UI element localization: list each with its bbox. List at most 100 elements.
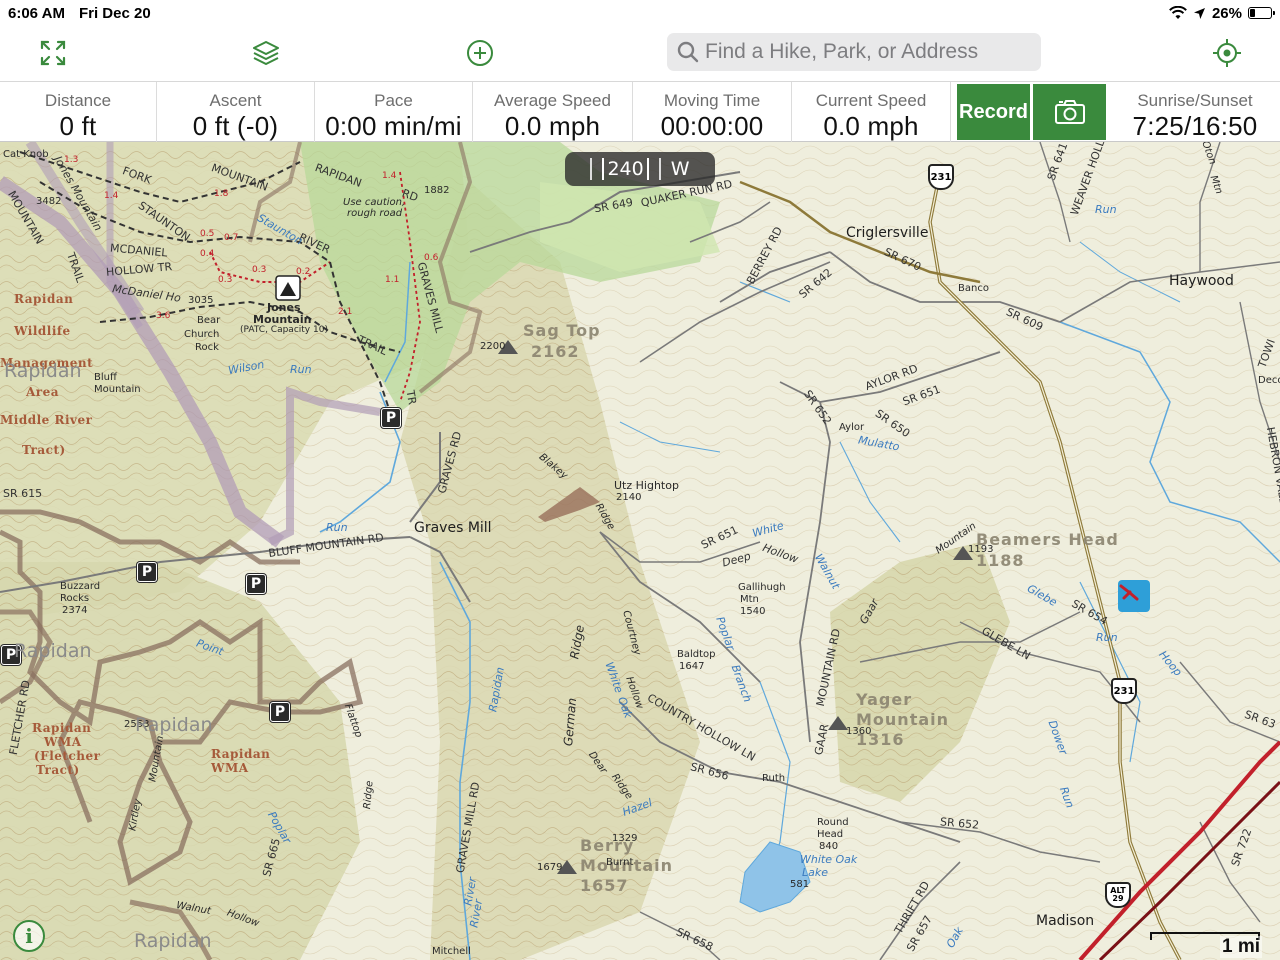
record-button[interactable]: Record — [957, 84, 1030, 140]
shelter-label: Mountain — [253, 313, 312, 326]
status-date: Fri Dec 20 — [78, 4, 151, 22]
trail-label: TR — [403, 389, 419, 406]
stat-value: 7:25/16:50 — [1132, 111, 1258, 141]
expand-button[interactable] — [35, 36, 71, 70]
search-input[interactable] — [705, 40, 1035, 64]
peak-elevation: 1882 — [424, 185, 450, 196]
road-label: SR 652 — [939, 815, 980, 832]
peak-elevation: 840 — [819, 841, 839, 852]
peak-elevation: 2374 — [62, 605, 88, 616]
peak-label: Rocks — [60, 593, 90, 604]
town-label: Madison — [1036, 913, 1095, 929]
layers-icon — [253, 41, 279, 65]
route-shield: 231 — [928, 164, 954, 190]
camera-button[interactable] — [1033, 84, 1106, 140]
area-label: Rapidan — [134, 930, 212, 952]
trail-mile-label: 1.4 — [104, 191, 119, 201]
info-icon: i — [25, 924, 33, 948]
parking-marker[interactable]: P — [137, 562, 157, 582]
trail-mile-label: 1.3 — [64, 155, 79, 165]
peak-elevation: 3482 — [36, 196, 62, 207]
trail-mile-label: 0.5 — [200, 229, 215, 239]
stat-ascent: Ascent 0 ft (-0) — [157, 82, 315, 142]
parking-marker[interactable]: P — [270, 702, 290, 722]
town-label: Graves Mill — [414, 520, 492, 536]
area-label: WMA — [44, 735, 82, 749]
battery-level — [1250, 9, 1255, 17]
area-label: Rapidan — [32, 721, 92, 735]
lake-label: Lake — [802, 866, 829, 879]
peak-label: Cat Knob — [3, 149, 49, 160]
peak-elevation: 1647 — [679, 661, 705, 672]
area-label: (Fletcher — [34, 749, 101, 763]
scale-label: 1 mi — [1220, 936, 1263, 958]
stat-distance: Distance 0 ft — [0, 82, 157, 142]
stat-label: Moving Time — [663, 91, 761, 110]
locate-icon — [1213, 39, 1241, 67]
route-shield: 231 — [1111, 678, 1137, 704]
area-label: WMA — [211, 761, 249, 775]
town-label: Haywood — [1169, 273, 1234, 289]
airport-poi[interactable] — [1118, 580, 1150, 612]
peak-label: Gallihugh — [738, 582, 786, 593]
stat-label: Pace — [374, 91, 413, 110]
stat-current-speed: Current Speed 0.0 mph — [792, 82, 951, 142]
peak-label: Buzzard — [60, 581, 101, 592]
parking-marker[interactable]: P — [381, 408, 401, 428]
stat-value: 0.0 mph — [823, 111, 919, 141]
note-label: rough road — [347, 208, 403, 219]
lake-elevation: 581 — [790, 879, 810, 890]
camera-icon — [1054, 100, 1085, 124]
peak-label: Yager — [856, 690, 913, 709]
topo-map[interactable]: P P P P P 231 231 ALT 29 240 W Criglersv… — [0, 142, 1280, 960]
area-label: Rapidan — [211, 747, 271, 761]
peak-label: Round — [817, 817, 849, 828]
locate-button[interactable] — [1209, 36, 1245, 70]
area-label: Rapidan — [135, 714, 213, 736]
info-button[interactable]: i — [13, 920, 45, 952]
peak-elevation: 1679 — [537, 862, 563, 873]
parking-marker[interactable]: P — [246, 574, 266, 594]
search-bar[interactable] — [667, 33, 1041, 71]
place-label: Mitchell — [432, 946, 471, 957]
map-base — [0, 142, 1280, 960]
peak-elevation: 1329 — [612, 833, 638, 844]
stream-label: Run — [1095, 203, 1117, 216]
trail-mile-label: 0.4 — [200, 249, 215, 259]
trail-mile-label: 1.8 — [214, 189, 229, 199]
shelter-label: Jones — [267, 301, 301, 314]
stat-value: 0:00 min/mi — [325, 111, 462, 141]
trail-mile-label: 0.3 — [252, 265, 267, 275]
peak-elevation: 1193 — [968, 544, 994, 555]
stats-bar: Distance 0 ft Ascent 0 ft (-0) Pace 0:00… — [0, 81, 1280, 142]
app: 6:06 AM Fri Dec 20 26% Find a Hike, Park… — [0, 0, 1280, 960]
area-label: Tract) — [22, 443, 66, 457]
compass-heading[interactable]: 240 W — [565, 152, 715, 186]
location-arrow-icon — [1193, 7, 1205, 19]
lake-label: White Oak — [800, 853, 858, 866]
battery-percent: 26% — [1211, 4, 1242, 22]
town-label: Criglersville — [846, 225, 929, 241]
place-label: Aylor — [839, 422, 865, 433]
trail-mile-label: 1.4 — [382, 171, 397, 181]
place-label: Ruth — [762, 773, 786, 784]
shield-29: 29 — [1112, 894, 1124, 903]
stat-value: 00:00:00 — [660, 111, 764, 141]
stat-label: Current Speed — [815, 91, 927, 110]
peak-elevation: 3035 — [188, 295, 214, 306]
status-time: 6:06 AM — [8, 4, 65, 22]
stat-label: Average Speed — [494, 91, 611, 110]
top-toolbar — [0, 26, 1280, 81]
peak-elevation: 1360 — [846, 726, 872, 737]
trail-mile-label: 0.3 — [218, 275, 233, 285]
scale-bar: 1 mi — [1150, 926, 1268, 958]
peak-label: Mountain — [94, 384, 141, 395]
layers-button[interactable] — [248, 36, 284, 70]
peak-elevation: 1657 — [580, 876, 629, 895]
peak-label: Head — [817, 829, 844, 840]
compass-direction: W — [670, 158, 690, 180]
battery-icon — [1248, 7, 1275, 19]
shelter-capacity: (PATC, Capacity 10) — [240, 325, 328, 335]
area-label: Rapidan — [14, 640, 92, 662]
add-button[interactable] — [462, 36, 498, 70]
